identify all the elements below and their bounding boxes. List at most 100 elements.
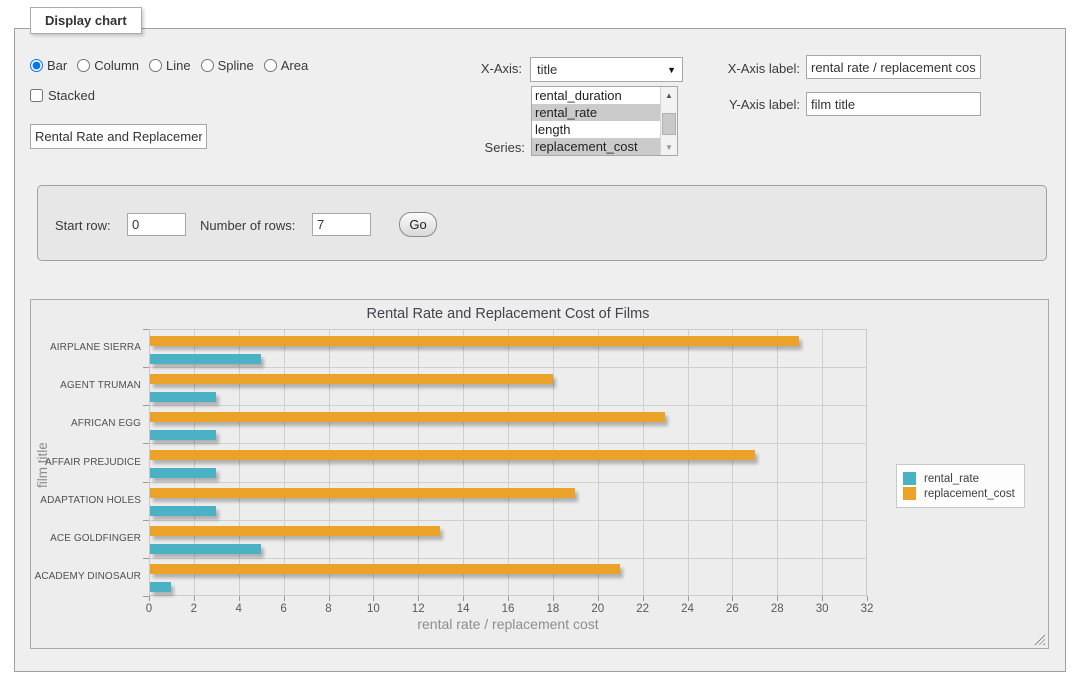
radio-bar[interactable] xyxy=(30,59,43,72)
y-tick-mark xyxy=(143,558,149,559)
x-tick-label: 0 xyxy=(129,603,169,615)
y-tick-mark xyxy=(143,443,149,444)
y-tick-mark xyxy=(143,596,149,597)
gridline-v xyxy=(373,329,374,596)
x-tick-label: 20 xyxy=(578,603,618,615)
legend-swatch-rental-rate xyxy=(903,472,916,485)
number-of-rows-input[interactable] xyxy=(312,213,371,236)
gridline-v xyxy=(643,329,644,596)
y-tick-label: ACE GOLDFINGER xyxy=(31,533,141,544)
series-option-replacement_cost[interactable]: replacement_cost xyxy=(532,138,660,155)
gridline-v xyxy=(239,329,240,596)
x-tick-label: 4 xyxy=(219,603,259,615)
y-tick-label: AGENT TRUMAN xyxy=(31,380,141,391)
chevron-down-icon: ▼ xyxy=(667,65,676,75)
number-of-rows-label: Number of rows: xyxy=(200,218,295,233)
series-label: Series: xyxy=(422,140,525,155)
legend-entry-rental-rate: rental_rate xyxy=(903,472,1015,485)
x-tick-label: 28 xyxy=(757,603,797,615)
bar-rental_rate xyxy=(150,544,261,554)
gridline-h xyxy=(149,443,867,444)
gridline-h xyxy=(149,482,867,483)
x-axis-select-label: X-Axis: xyxy=(422,61,522,76)
scroll-down-icon[interactable]: ▼ xyxy=(661,139,677,155)
x-tick-mark xyxy=(284,596,285,601)
bar-rental_rate xyxy=(150,430,216,440)
chart-x-axis-title: rental rate / replacement cost xyxy=(149,616,867,632)
chart-legend: rental_rate replacement_cost xyxy=(896,464,1025,508)
gridline-v xyxy=(329,329,330,596)
x-tick-label: 2 xyxy=(174,603,214,615)
x-axis-select-value: title xyxy=(537,62,557,77)
radio-area[interactable] xyxy=(264,59,277,72)
radio-item-line[interactable]: Line xyxy=(149,58,191,73)
chart-type-group: Bar Column Line Spline Area xyxy=(30,58,318,73)
series-option-length[interactable]: length xyxy=(532,121,660,138)
gridline-h xyxy=(149,405,867,406)
x-tick-mark xyxy=(732,596,733,601)
series-listbox[interactable]: rental_durationrental_ratelengthreplacem… xyxy=(531,86,678,156)
scroll-up-icon[interactable]: ▲ xyxy=(661,87,677,103)
y-tick-label: ACADEMY DINOSAUR xyxy=(31,571,141,582)
radio-line[interactable] xyxy=(149,59,162,72)
gridline-v xyxy=(688,329,689,596)
x-tick-mark xyxy=(329,596,330,601)
x-tick-label: 32 xyxy=(847,603,887,615)
series-option-rental_rate[interactable]: rental_rate xyxy=(532,104,660,121)
x-tick-label: 18 xyxy=(533,603,573,615)
stacked-checkbox[interactable] xyxy=(30,89,43,102)
x-axis-select[interactable]: title ▼ xyxy=(530,57,683,82)
resize-handle-icon[interactable] xyxy=(1034,634,1045,645)
radio-item-area[interactable]: Area xyxy=(264,58,308,73)
x-tick-mark xyxy=(688,596,689,601)
scrollbar-thumb[interactable] xyxy=(662,113,676,135)
stacked-label: Stacked xyxy=(48,88,95,103)
gridline-v xyxy=(598,329,599,596)
start-row-input[interactable] xyxy=(127,213,186,236)
x-tick-mark xyxy=(239,596,240,601)
series-option-rental_duration[interactable]: rental_duration xyxy=(532,87,660,104)
x-tick-label: 26 xyxy=(712,603,752,615)
row-controls-panel xyxy=(37,185,1047,261)
x-tick-label: 24 xyxy=(668,603,708,615)
radio-item-column[interactable]: Column xyxy=(77,58,139,73)
y-tick-mark xyxy=(143,329,149,330)
x-tick-label: 8 xyxy=(309,603,349,615)
radio-area-label: Area xyxy=(281,58,308,73)
x-tick-label: 6 xyxy=(264,603,304,615)
radio-item-bar[interactable]: Bar xyxy=(30,58,67,73)
y-tick-mark xyxy=(143,367,149,368)
gridline-v xyxy=(194,329,195,596)
bar-replacement_cost xyxy=(150,488,575,498)
bar-rental_rate xyxy=(150,582,171,592)
bar-replacement_cost xyxy=(150,374,553,384)
y-axis-label-input[interactable] xyxy=(806,92,981,116)
y-tick-label: AIRPLANE SIERRA xyxy=(31,342,141,353)
radio-spline-label: Spline xyxy=(218,58,254,73)
radio-item-spline[interactable]: Spline xyxy=(201,58,254,73)
radio-column-label: Column xyxy=(94,58,139,73)
radio-line-label: Line xyxy=(166,58,191,73)
radio-spline[interactable] xyxy=(201,59,214,72)
y-tick-label: AFRICAN EGG xyxy=(31,418,141,429)
series-scrollbar[interactable]: ▲ ▼ xyxy=(660,87,677,155)
radio-column[interactable] xyxy=(77,59,90,72)
bar-replacement_cost xyxy=(150,564,620,574)
x-axis-label-input[interactable] xyxy=(806,55,981,79)
y-tick-mark xyxy=(143,405,149,406)
x-tick-mark xyxy=(598,596,599,601)
legend-entry-replacement-cost: replacement_cost xyxy=(903,487,1015,500)
gridline-v xyxy=(777,329,778,596)
x-tick-mark xyxy=(508,596,509,601)
stacked-checkbox-row[interactable]: Stacked xyxy=(30,88,95,103)
y-tick-label: AFFAIR PREJUDICE xyxy=(31,457,141,468)
bar-rental_rate xyxy=(150,506,216,516)
series-options: rental_durationrental_ratelengthreplacem… xyxy=(532,87,660,155)
go-button[interactable]: Go xyxy=(399,212,437,237)
x-tick-label: 30 xyxy=(802,603,842,615)
y-axis-label-caption: Y-Axis label: xyxy=(690,97,800,112)
chart-title-input[interactable] xyxy=(30,124,207,149)
gridline-v xyxy=(822,329,823,596)
bar-replacement_cost xyxy=(150,450,755,460)
gridline-v xyxy=(508,329,509,596)
